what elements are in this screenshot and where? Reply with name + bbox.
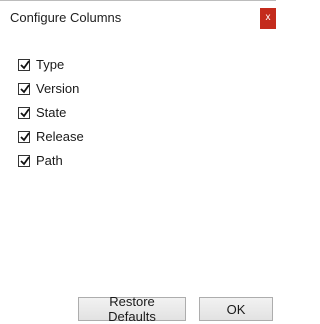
column-option-state[interactable]: State (18, 103, 84, 122)
checkbox-path[interactable] (18, 154, 30, 167)
column-option-release[interactable]: Release (18, 127, 84, 146)
column-option-label: State (36, 105, 67, 120)
checkmark-icon (20, 131, 30, 141)
checkmark-icon (20, 107, 30, 117)
checkmark-icon (20, 59, 30, 69)
column-option-label: Version (36, 81, 80, 96)
column-option-label: Path (36, 153, 63, 168)
checkbox-version[interactable] (18, 82, 30, 95)
checkmark-icon (20, 155, 30, 165)
checkbox-state[interactable] (18, 106, 30, 119)
checkmark-icon (20, 83, 30, 93)
column-option-version[interactable]: Version (18, 79, 84, 98)
checkbox-type[interactable] (18, 58, 30, 71)
column-option-label: Release (36, 129, 84, 144)
dialog-title: Configure Columns (10, 10, 122, 25)
close-button[interactable]: x (260, 8, 276, 29)
checkbox-release[interactable] (18, 130, 30, 143)
column-options-list: Type Version State Release Path (18, 55, 84, 175)
restore-defaults-button[interactable]: Restore Defaults (78, 294, 186, 324)
column-option-type[interactable]: Type (18, 55, 84, 74)
column-option-path[interactable]: Path (18, 151, 84, 170)
configure-columns-dialog: Configure Columns x Type Version State R… (0, 0, 276, 324)
ok-button[interactable]: OK (199, 297, 273, 321)
column-option-label: Type (36, 57, 65, 72)
